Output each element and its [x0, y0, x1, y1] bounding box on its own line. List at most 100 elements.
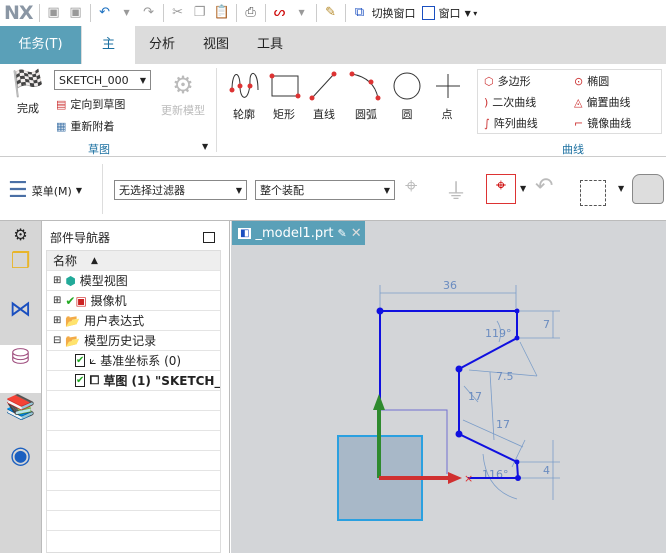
rectangle-button[interactable]: 矩形: [268, 106, 300, 122]
sketch-canvas[interactable]: 36 7 119° 7.5 17 17 116° 4 ×: [231, 221, 666, 553]
reattach-button[interactable]: ▦ 重新附着: [56, 118, 114, 134]
switch-window-button[interactable]: ⧉ 切换窗口: [352, 5, 416, 21]
redo-icon[interactable]: ↷: [141, 5, 157, 21]
svg-text:119°: 119°: [485, 327, 512, 340]
touch-mode-icon[interactable]: ✎: [323, 5, 339, 21]
group-expand-icon[interactable]: ▼: [202, 142, 208, 151]
checkered-flag-icon: 🏁: [11, 69, 45, 99]
select-filter-button[interactable]: ⌖: [486, 174, 516, 204]
part-file-icon: ◧: [238, 227, 252, 239]
curve-more-gallery: ⬡ 多边形 ⊙ 椭圆 ) 二次曲线 ◬ 偏置曲线 ∫ 阵列曲线 ⌐ 镜像曲线: [477, 69, 662, 134]
filter-undo-icon[interactable]: ⏚: [445, 174, 467, 206]
cut-icon[interactable]: ✂: [170, 5, 186, 21]
dropdown-icon[interactable]: ▼: [520, 184, 526, 193]
reattach-icon: ▦: [56, 119, 67, 133]
window-button[interactable]: 窗口 ▼ ▾: [421, 5, 477, 21]
tab-home[interactable]: 主页: [82, 26, 135, 90]
mirror-curve-button[interactable]: ⌐ 镜像曲线: [574, 115, 631, 131]
menu-button[interactable]: ☰ 菜单(M) ▼: [8, 178, 82, 203]
update-model-icon: ⚙: [172, 71, 194, 99]
svg-text:116°: 116°: [482, 468, 509, 481]
web-browser-icon[interactable]: ◉: [0, 441, 41, 489]
save-icon[interactable]: ▣: [46, 5, 62, 21]
polygon-button[interactable]: ⬡ 多边形: [484, 73, 531, 89]
sketch-group-label: 草图: [88, 143, 110, 156]
navigator-title: 部件导航器: [50, 231, 111, 245]
dropdown-icon[interactable]: ▼: [294, 5, 310, 21]
orient-icon: ▤: [56, 97, 67, 111]
snap-icon[interactable]: ⌖: [405, 174, 417, 199]
paste-icon[interactable]: 📋: [214, 5, 230, 21]
svg-text:17: 17: [468, 390, 482, 403]
mirror-curve-icon: ⌐: [574, 116, 584, 130]
x-axis-marker: ×: [464, 472, 473, 485]
selection-filter-select[interactable]: 无选择过滤器 ▼: [114, 180, 247, 200]
arc-button[interactable]: 圆弧: [350, 106, 382, 122]
offset-curve-button[interactable]: ◬ 偏置曲线: [574, 94, 630, 110]
constraint-navigator-icon[interactable]: ⋈: [0, 297, 41, 345]
dropdown-icon[interactable]: ▼: [618, 184, 624, 193]
tree-node-model-history[interactable]: ⊟ 📂 模型历史记录: [47, 331, 220, 351]
circle-button[interactable]: 圆: [392, 106, 422, 122]
svg-text:36: 36: [443, 279, 457, 292]
settings-gear-icon[interactable]: ⚙: [0, 221, 41, 249]
check-icon: ✔: [65, 293, 76, 308]
tab-analysis[interactable]: 分析: [135, 26, 189, 64]
rotate-crosshair-icon[interactable]: ↶: [535, 174, 553, 199]
tab-task[interactable]: 任务(T): [0, 26, 81, 64]
tree-node-datum-csys[interactable]: ✔ ⟀ 基准坐标系 (0): [47, 351, 220, 371]
navigator-tree: 名称 ▲ ⊞ ⬢ 模型视图 ⊞ ✔ ▣ 摄像机 ⊞ 📂 用户表达式 ⊟ 📂 模型历史记录 ✔…: [46, 250, 221, 553]
window-icon: [421, 6, 435, 20]
profile-icon[interactable]: ᔕ: [272, 5, 288, 21]
quick-access-toolbar: NX ▣ ▣ ↶ ▼ ↷ ✂ ❐ 📋 ⎙ ᔕ ▼ ✎ ⧉ 切换窗口 窗口 ▼ ▾: [0, 0, 666, 26]
resource-bar: ⚙ ❒ ⋈ ⛁ 📚 ◉: [0, 221, 42, 553]
viewport-tab[interactable]: ◧ _model1.prt ✎ ✕: [232, 221, 365, 245]
line-button[interactable]: 直线: [308, 106, 340, 122]
tab-tools[interactable]: 工具: [243, 26, 297, 64]
maximize-icon[interactable]: [203, 232, 215, 243]
finish-sketch-button[interactable]: 🏁 完成: [10, 68, 46, 116]
rectangle-select-icon[interactable]: [580, 180, 606, 206]
sketch-icon: ⧠: [89, 373, 100, 387]
checkbox-checked[interactable]: ✔: [75, 374, 86, 387]
undo-dropdown-icon[interactable]: ▼: [119, 5, 135, 21]
crosshair-filter-icon: ⌖: [495, 175, 507, 196]
modified-icon: ✎: [337, 226, 347, 240]
datum-csys-icon: ⟀: [89, 353, 97, 367]
tab-view[interactable]: 视图: [189, 26, 243, 64]
ellipse-button[interactable]: ⊙ 椭圆: [574, 73, 609, 89]
selection-scope-select[interactable]: 整个装配 ▼: [255, 180, 395, 200]
svg-text:7: 7: [543, 318, 550, 331]
save-all-icon[interactable]: ▣: [68, 5, 84, 21]
tree-node-cameras[interactable]: ⊞ ✔ ▣ 摄像机: [47, 291, 220, 311]
checkbox-checked[interactable]: ✔: [75, 354, 86, 367]
nx-logo: NX: [4, 2, 34, 24]
print-icon[interactable]: ⎙: [243, 5, 259, 21]
tree-node-expressions[interactable]: ⊞ 📂 用户表达式: [47, 311, 220, 331]
column-header-name[interactable]: 名称 ▲: [47, 251, 220, 271]
graphics-viewport[interactable]: 36 7 119° 7.5 17 17 116° 4 ×: [231, 221, 666, 553]
assembly-navigator-icon[interactable]: ❒: [0, 249, 41, 297]
reuse-library-icon[interactable]: 📚: [0, 393, 41, 441]
close-icon[interactable]: ✕: [351, 226, 362, 241]
polygon-icon: ⬡: [484, 74, 494, 88]
curve-group-label: 曲线: [562, 143, 584, 156]
orient-to-sketch-button[interactable]: ▤ 定向到草图: [56, 96, 125, 112]
copy-icon[interactable]: ❐: [192, 5, 208, 21]
tree-node-sketch[interactable]: ✔ ⧠ 草图 (1) "SKETCH_000": [47, 371, 220, 391]
selection-bar: ☰ 菜单(M) ▼ 无选择过滤器 ▼ 整个装配 ▼ ⌖ ⏚ ⌖ ▼ ↶ ▼: [0, 160, 666, 221]
conic-button[interactable]: ) 二次曲线: [484, 94, 536, 110]
undo-icon[interactable]: ↶: [97, 5, 113, 21]
point-button[interactable]: 点: [432, 106, 462, 122]
pattern-curve-icon: ∫: [484, 116, 490, 130]
model-view-icon: ⬢: [65, 273, 76, 288]
part-navigator-icon[interactable]: ⛁: [0, 345, 41, 393]
tree-node-model-views[interactable]: ⊞ ⬢ 模型视图: [47, 271, 220, 291]
ellipse-icon: ⊙: [574, 74, 584, 88]
sketch-name-select[interactable]: SKETCH_000 ▼: [54, 70, 151, 90]
profile-button[interactable]: 轮廓: [228, 106, 260, 122]
update-model-button[interactable]: ⚙ 更新模型: [160, 68, 206, 118]
view-cube-icon[interactable]: [632, 174, 664, 204]
folder-icon: 📂: [65, 313, 81, 328]
pattern-curve-button[interactable]: ∫ 阵列曲线: [484, 115, 538, 131]
